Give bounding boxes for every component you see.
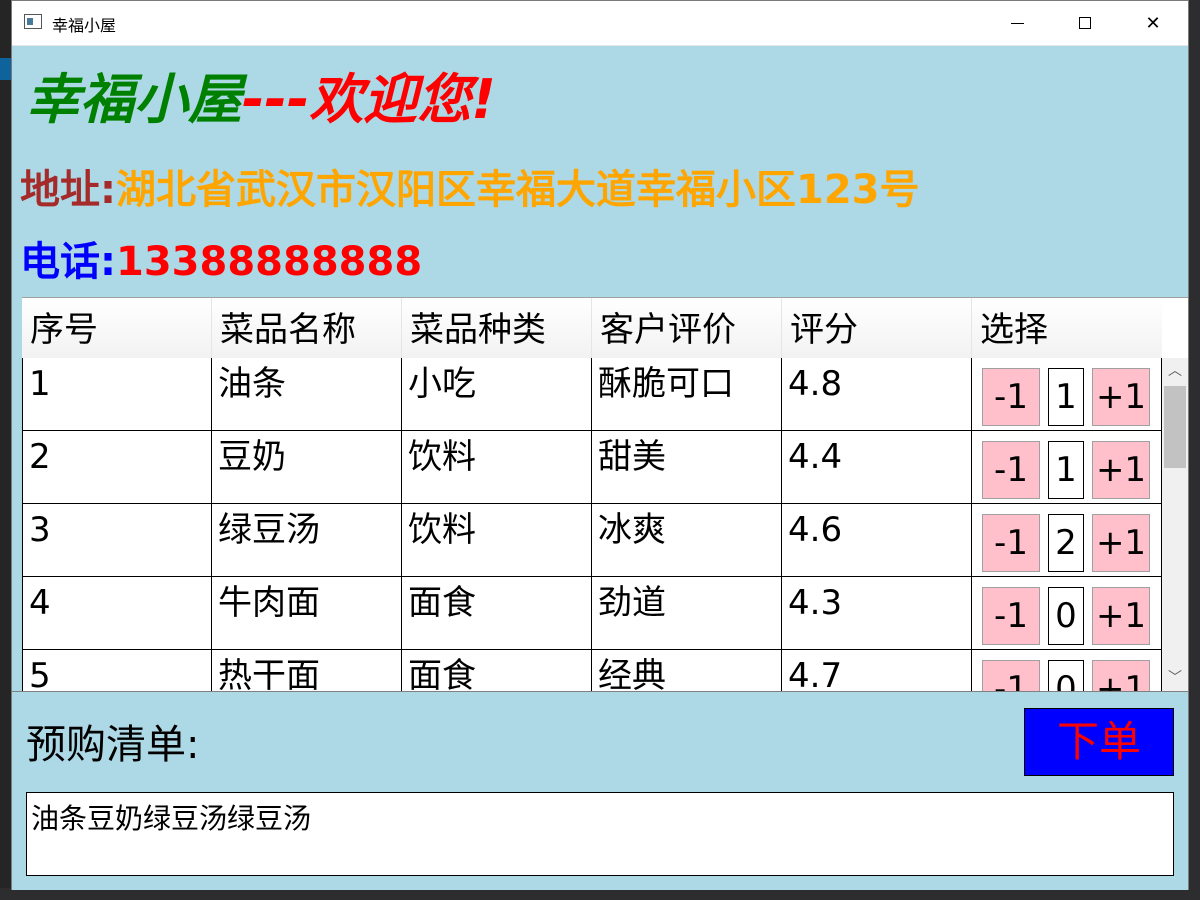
order-panel: 预购清单: 下单 油条豆奶绿豆汤绿豆汤 [12,691,1188,890]
scroll-up-icon[interactable]: ︿ [1162,358,1188,384]
welcome-text: ---欢迎您! [242,68,496,131]
cell-id: 3 [22,504,212,577]
cell-name: 牛肉面 [212,577,402,650]
column-header-category[interactable]: 菜品种类 [402,298,592,358]
quantity-field[interactable]: 1 [1048,368,1084,426]
cart-textbox[interactable]: 油条豆奶绿豆汤绿豆汤 [26,792,1174,876]
address-label: 地址: [20,167,116,213]
increase-button[interactable]: +1 [1092,587,1150,645]
quantity-field[interactable]: 0 [1048,587,1084,645]
decrease-button[interactable]: -1 [982,660,1040,691]
cell-review: 冰爽 [592,504,782,577]
cell-category: 小吃 [402,358,592,431]
cell-select: -1 0 +1 [972,650,1162,691]
title-bar[interactable]: 幸福小屋 ✕ [12,1,1188,46]
place-order-button[interactable]: 下单 [1024,708,1174,776]
address-value: 湖北省武汉市汉阳区幸福大道幸福小区123号 [116,167,920,213]
decrease-button[interactable]: -1 [982,441,1040,499]
cell-review: 经典 [592,650,782,691]
cell-select: -1 1 +1 [972,358,1162,431]
address-line: 地址:湖北省武汉市汉阳区幸福大道幸福小区123号 [20,161,920,219]
cell-select: -1 2 +1 [972,504,1162,577]
window-title: 幸福小屋 [52,16,117,35]
table-row: 2 豆奶 饮料 甜美 4.4 -1 1 +1 [22,431,1162,504]
increase-button[interactable]: +1 [1092,368,1150,426]
cell-review: 酥脆可口 [592,358,782,431]
phone-label: 电话: [20,239,116,285]
shop-name: 幸福小屋 [26,68,242,131]
cell-category: 饮料 [402,504,592,577]
quantity-field[interactable]: 2 [1048,514,1084,572]
decrease-button[interactable]: -1 [982,368,1040,426]
column-header-name[interactable]: 菜品名称 [212,298,402,358]
cell-score: 4.4 [782,431,972,504]
cell-name: 豆奶 [212,431,402,504]
cell-select: -1 0 +1 [972,577,1162,650]
cell-select: -1 1 +1 [972,431,1162,504]
minimize-icon [1010,22,1024,24]
table-row: 3 绿豆汤 饮料 冰爽 4.6 -1 2 +1 [22,504,1162,577]
table-scrollbar[interactable]: ︿ ﹀ [1162,358,1188,691]
cell-id: 4 [22,577,212,650]
cell-name: 绿豆汤 [212,504,402,577]
cell-review: 甜美 [592,431,782,504]
decrease-button[interactable]: -1 [982,587,1040,645]
cell-id: 2 [22,431,212,504]
cart-label: 预购清单: [26,722,200,768]
scroll-down-icon[interactable]: ﹀ [1162,665,1188,691]
phone-line: 电话:13388888888 [20,233,422,291]
phone-value: 13388888888 [116,239,423,285]
maximize-icon [1079,17,1091,29]
table-row: 5 热干面 面食 经典 4.7 -1 0 +1 [22,650,1162,691]
cell-id: 5 [22,650,212,691]
increase-button[interactable]: +1 [1092,660,1150,691]
menu-table: 序号 菜品名称 菜品种类 客户评价 评分 选择 1 油条 小吃 酥脆可口 4.8… [22,297,1188,691]
column-header-review[interactable]: 客户评价 [592,298,782,358]
background-ide-right [1188,0,1200,900]
window-app-icon [24,14,42,29]
table-body: 1 油条 小吃 酥脆可口 4.8 -1 1 +1 2 豆奶 饮料 甜美 4.4 … [22,358,1162,691]
table-row: 1 油条 小吃 酥脆可口 4.8 -1 1 +1 [22,358,1162,431]
cell-score: 4.8 [782,358,972,431]
decrease-button[interactable]: -1 [982,514,1040,572]
cell-score: 4.6 [782,504,972,577]
minimize-button[interactable] [994,1,1040,45]
increase-button[interactable]: +1 [1092,441,1150,499]
cell-score: 4.7 [782,650,972,691]
close-icon: ✕ [1145,12,1161,34]
scroll-thumb[interactable] [1164,386,1186,468]
column-header-id[interactable]: 序号 [22,298,212,358]
column-header-select[interactable]: 选择 [972,298,1162,358]
increase-button[interactable]: +1 [1092,514,1150,572]
table-row: 4 牛肉面 面食 劲道 4.3 -1 0 +1 [22,577,1162,650]
cell-category: 面食 [402,577,592,650]
close-button[interactable]: ✕ [1130,1,1176,45]
cell-category: 饮料 [402,431,592,504]
cell-score: 4.3 [782,577,972,650]
app-window: 幸福小屋 ✕ 幸福小屋---欢迎您! 地址:湖北省武汉市汉阳区幸福大道幸福小区1… [11,0,1189,890]
column-header-score[interactable]: 评分 [782,298,972,358]
cell-name: 热干面 [212,650,402,691]
cell-category: 面食 [402,650,592,691]
cell-review: 劲道 [592,577,782,650]
welcome-banner: 幸福小屋---欢迎您! [26,65,496,135]
quantity-field[interactable]: 1 [1048,441,1084,499]
maximize-button[interactable] [1062,1,1108,45]
quantity-field[interactable]: 0 [1048,660,1084,691]
cell-name: 油条 [212,358,402,431]
cell-id: 1 [22,358,212,431]
table-header: 序号 菜品名称 菜品种类 客户评价 评分 选择 [22,298,1162,358]
